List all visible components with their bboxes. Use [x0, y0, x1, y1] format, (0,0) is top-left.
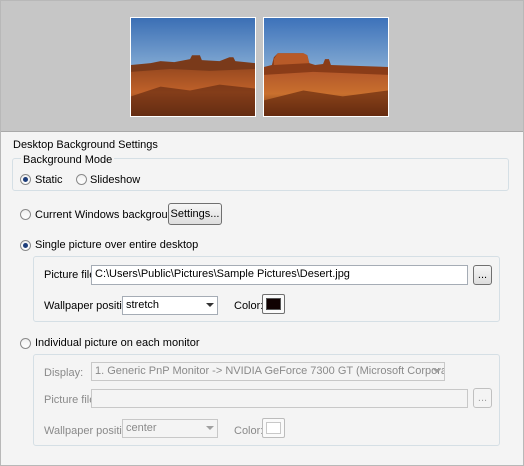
window: Desktop Background Settings Background M… — [0, 0, 524, 466]
radio-current-background-label[interactable]: Current Windows background — [35, 209, 180, 221]
display-value: 1. Generic PnP Monitor -> NVIDIA GeForce… — [95, 365, 444, 377]
individual-wallpaper-position-select[interactable]: center — [122, 419, 218, 438]
chevron-down-icon — [206, 303, 214, 307]
display-label: Display: — [44, 367, 84, 379]
section-title: Desktop Background Settings — [13, 139, 158, 151]
wallpaper-position-select[interactable]: stretch — [122, 296, 218, 315]
wallpaper-position-value: stretch — [126, 299, 160, 311]
individual-color-label: Color: — [234, 425, 264, 437]
radio-single-picture-label[interactable]: Single picture over entire desktop — [35, 239, 198, 251]
settings-button[interactable]: Settings... — [168, 203, 222, 225]
individual-color-swatch-button[interactable] — [262, 418, 285, 438]
color-swatch-button[interactable] — [262, 294, 285, 314]
radio-slideshow-label[interactable]: Slideshow — [90, 174, 140, 186]
chevron-down-icon — [433, 369, 441, 373]
radio-individual-picture-label[interactable]: Individual picture on each monitor — [35, 337, 199, 349]
radio-current-background[interactable] — [20, 209, 31, 220]
color-label: Color: — [234, 300, 264, 312]
radio-slideshow[interactable] — [76, 174, 87, 185]
chevron-down-icon — [206, 426, 214, 430]
background-mode-title: Background Mode — [21, 154, 115, 166]
individual-picture-file-input[interactable] — [91, 389, 468, 408]
individual-color-swatch-fill — [266, 422, 281, 434]
monitor-preview-2[interactable] — [263, 17, 389, 117]
color-swatch-fill — [266, 298, 281, 310]
display-select[interactable]: 1. Generic PnP Monitor -> NVIDIA GeForce… — [91, 362, 445, 381]
monitor-preview-1[interactable] — [130, 17, 256, 117]
individual-wallpaper-position-value: center — [126, 422, 157, 434]
monitor-preview-area — [1, 1, 523, 132]
picture-file-input[interactable]: C:\Users\Public\Pictures\Sample Pictures… — [91, 265, 468, 285]
picture-file-browse-button[interactable]: ... — [473, 265, 492, 285]
radio-single-picture[interactable] — [20, 240, 31, 251]
desert-landscape-image — [131, 18, 255, 116]
radio-static-label[interactable]: Static — [35, 174, 63, 186]
radio-static[interactable] — [20, 174, 31, 185]
desert-landscape-image — [264, 18, 388, 116]
radio-individual-picture[interactable] — [20, 338, 31, 349]
individual-picture-file-browse-button[interactable]: ... — [473, 388, 492, 408]
